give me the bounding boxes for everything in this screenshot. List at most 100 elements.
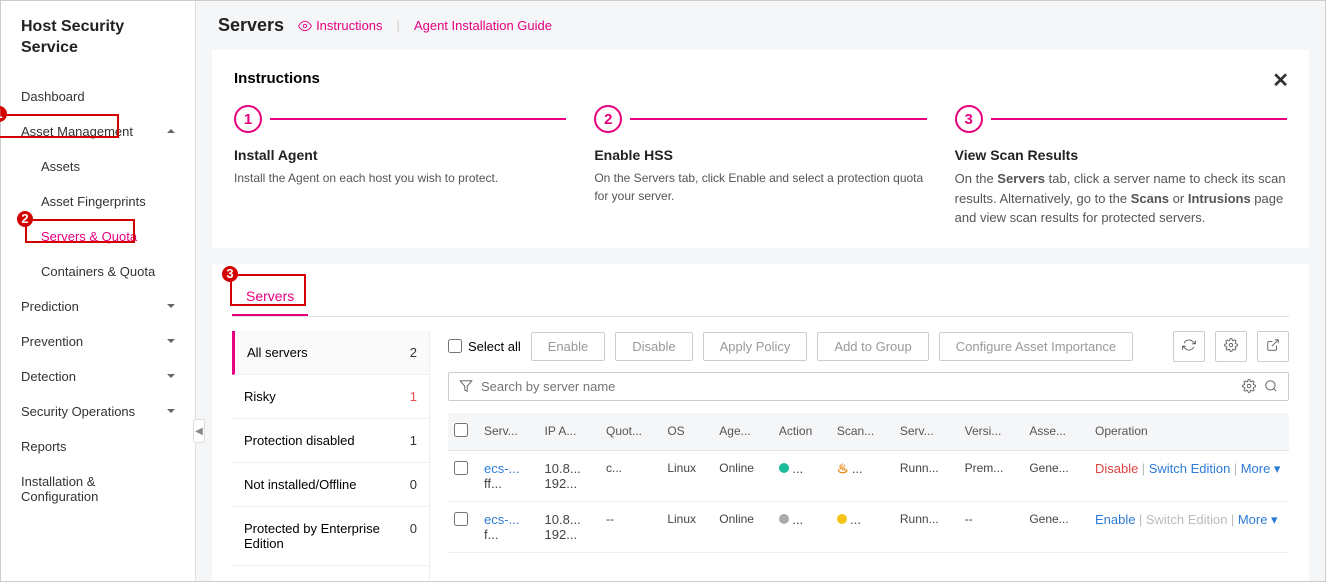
nav-asset-fingerprints-label: Asset Fingerprints (41, 194, 146, 209)
annotation-3: 3 (226, 266, 233, 281)
search-icon[interactable] (1264, 379, 1278, 393)
add-to-group-button[interactable]: Add to Group (817, 332, 928, 361)
server-sub: ff... (484, 476, 502, 491)
op-disable-link[interactable]: Disable (1095, 461, 1138, 476)
close-icon[interactable]: ✕ (1272, 68, 1289, 93)
annotation-2: 2 (21, 211, 28, 226)
server-name-link[interactable]: ecs-... (484, 461, 519, 476)
filter-item[interactable]: All servers2 (232, 331, 429, 375)
settings-button[interactable] (1215, 331, 1247, 362)
header-checkbox[interactable] (454, 423, 468, 437)
disable-button[interactable]: Disable (615, 332, 692, 361)
row-checkbox[interactable] (454, 461, 468, 475)
instructions-link[interactable]: Instructions (298, 18, 382, 33)
filter-item[interactable]: Protection disabled1 (232, 419, 429, 463)
op-more-dropdown[interactable]: More ▾ (1241, 461, 1281, 476)
step-number-1: 1 (234, 105, 262, 133)
separator: | (397, 18, 400, 33)
cell-scan-text: ... (852, 461, 863, 476)
nav-prediction[interactable]: Prediction (1, 289, 195, 324)
filter-label: All servers (247, 345, 308, 360)
refresh-button[interactable] (1173, 331, 1205, 362)
nav-install-cfg-label: Installation & Configuration (21, 474, 175, 504)
op-switch-edition-link[interactable]: Switch Edition (1149, 461, 1231, 476)
nav-containers-quota[interactable]: Containers & Quota (1, 254, 195, 289)
refresh-icon (1182, 338, 1196, 352)
cell-version: Prem... (959, 450, 1024, 501)
server-name-link[interactable]: ecs-... (484, 512, 519, 527)
table-row: ecs-...ff... 10.8...192... c... Linux On… (448, 450, 1289, 501)
page-title: Servers (218, 15, 284, 36)
filter-icon (459, 379, 473, 393)
status-dot-icon (779, 514, 789, 524)
cell-ip2: 192... (545, 527, 578, 542)
tabs-row: Servers 3 (232, 278, 1289, 317)
col-asset[interactable]: Asse... (1023, 413, 1089, 451)
tabs-card: Servers 3 All servers2Risky1Protection d… (212, 264, 1309, 582)
op-more-dropdown[interactable]: More ▾ (1238, 512, 1278, 527)
chevron-down-icon (167, 304, 175, 308)
step-number-2: 2 (594, 105, 622, 133)
chevron-up-icon (167, 129, 175, 133)
server-sub: f... (484, 527, 498, 542)
nav-servers-quota[interactable]: Servers & Quota 2 (1, 219, 195, 254)
col-version[interactable]: Versi... (959, 413, 1024, 451)
col-quota[interactable]: Quot... (600, 413, 661, 451)
cell-ip2: 192... (545, 476, 578, 491)
filter-label: Protection disabled (244, 433, 355, 448)
sidebar-collapse-toggle[interactable]: ◀ (193, 419, 205, 443)
nav-installation-configuration[interactable]: Installation & Configuration (1, 464, 195, 514)
tab-servers[interactable]: Servers (232, 278, 308, 316)
nav-assets-label: Assets (41, 159, 80, 174)
top-bar: Servers Instructions | Agent Installatio… (196, 1, 1325, 50)
filter-label: Not installed/Offline (244, 477, 357, 492)
col-serv2[interactable]: Serv... (894, 413, 959, 451)
col-agent[interactable]: Age... (713, 413, 773, 451)
apply-policy-button[interactable]: Apply Policy (703, 332, 808, 361)
agent-install-guide-link[interactable]: Agent Installation Guide (414, 18, 552, 33)
col-ip[interactable]: IP A... (539, 413, 600, 451)
op-switch-edition-link: Switch Edition (1146, 512, 1228, 527)
op-enable-link[interactable]: Enable (1095, 512, 1135, 527)
list-area: Select all Enable Disable Apply Policy A… (448, 331, 1289, 582)
cell-os: Linux (661, 501, 713, 552)
step-2: 2 Enable HSS On the Servers tab, click E… (594, 105, 926, 228)
nav-reports-label: Reports (21, 439, 67, 454)
nav-asset-management[interactable]: Asset Management 1 (1, 114, 195, 149)
nav-dashboard[interactable]: Dashboard (1, 79, 195, 114)
cell-asset: Gene... (1023, 501, 1089, 552)
filter-item[interactable]: Protected by Enterprise Edition0 (232, 507, 429, 566)
step-1-title: Install Agent (234, 147, 566, 163)
search-input[interactable] (481, 379, 1234, 394)
flame-icon: ♨ (837, 461, 849, 476)
cell-agent: Online (713, 450, 773, 501)
export-button[interactable] (1257, 331, 1289, 362)
cell-action-text: ... (792, 461, 803, 476)
table-header-row: Serv... IP A... Quot... OS Age... Action… (448, 413, 1289, 451)
filter-item[interactable]: Not installed/Offline0 (232, 463, 429, 507)
cell-quota: c... (600, 450, 661, 501)
enable-button[interactable]: Enable (531, 332, 605, 361)
nav-detection[interactable]: Detection (1, 359, 195, 394)
configure-asset-importance-button[interactable]: Configure Asset Importance (939, 332, 1133, 361)
nav-prevention[interactable]: Prevention (1, 324, 195, 359)
nav-containers-quota-label: Containers & Quota (41, 264, 155, 279)
col-action[interactable]: Action (773, 413, 831, 451)
step-3-desc: On the Servers tab, click a server name … (955, 169, 1287, 228)
nav-security-operations[interactable]: Security Operations (1, 394, 195, 429)
status-dot-icon (779, 463, 789, 473)
row-checkbox[interactable] (454, 512, 468, 526)
filter-item[interactable]: Risky1 (232, 375, 429, 419)
select-all-input[interactable] (448, 339, 462, 353)
col-os[interactable]: OS (661, 413, 713, 451)
nav-detection-label: Detection (21, 369, 76, 384)
instructions-card: ✕ Instructions 1 Install Agent Install t… (212, 50, 1309, 248)
col-server[interactable]: Serv... (478, 413, 539, 451)
gear-icon[interactable] (1242, 379, 1256, 393)
brand-title: Host Security Service (1, 17, 195, 79)
col-scan[interactable]: Scan... (831, 413, 894, 451)
nav-reports[interactable]: Reports (1, 429, 195, 464)
col-operation[interactable]: Operation (1089, 413, 1289, 451)
nav-assets[interactable]: Assets (1, 149, 195, 184)
select-all-checkbox[interactable]: Select all (448, 339, 521, 354)
